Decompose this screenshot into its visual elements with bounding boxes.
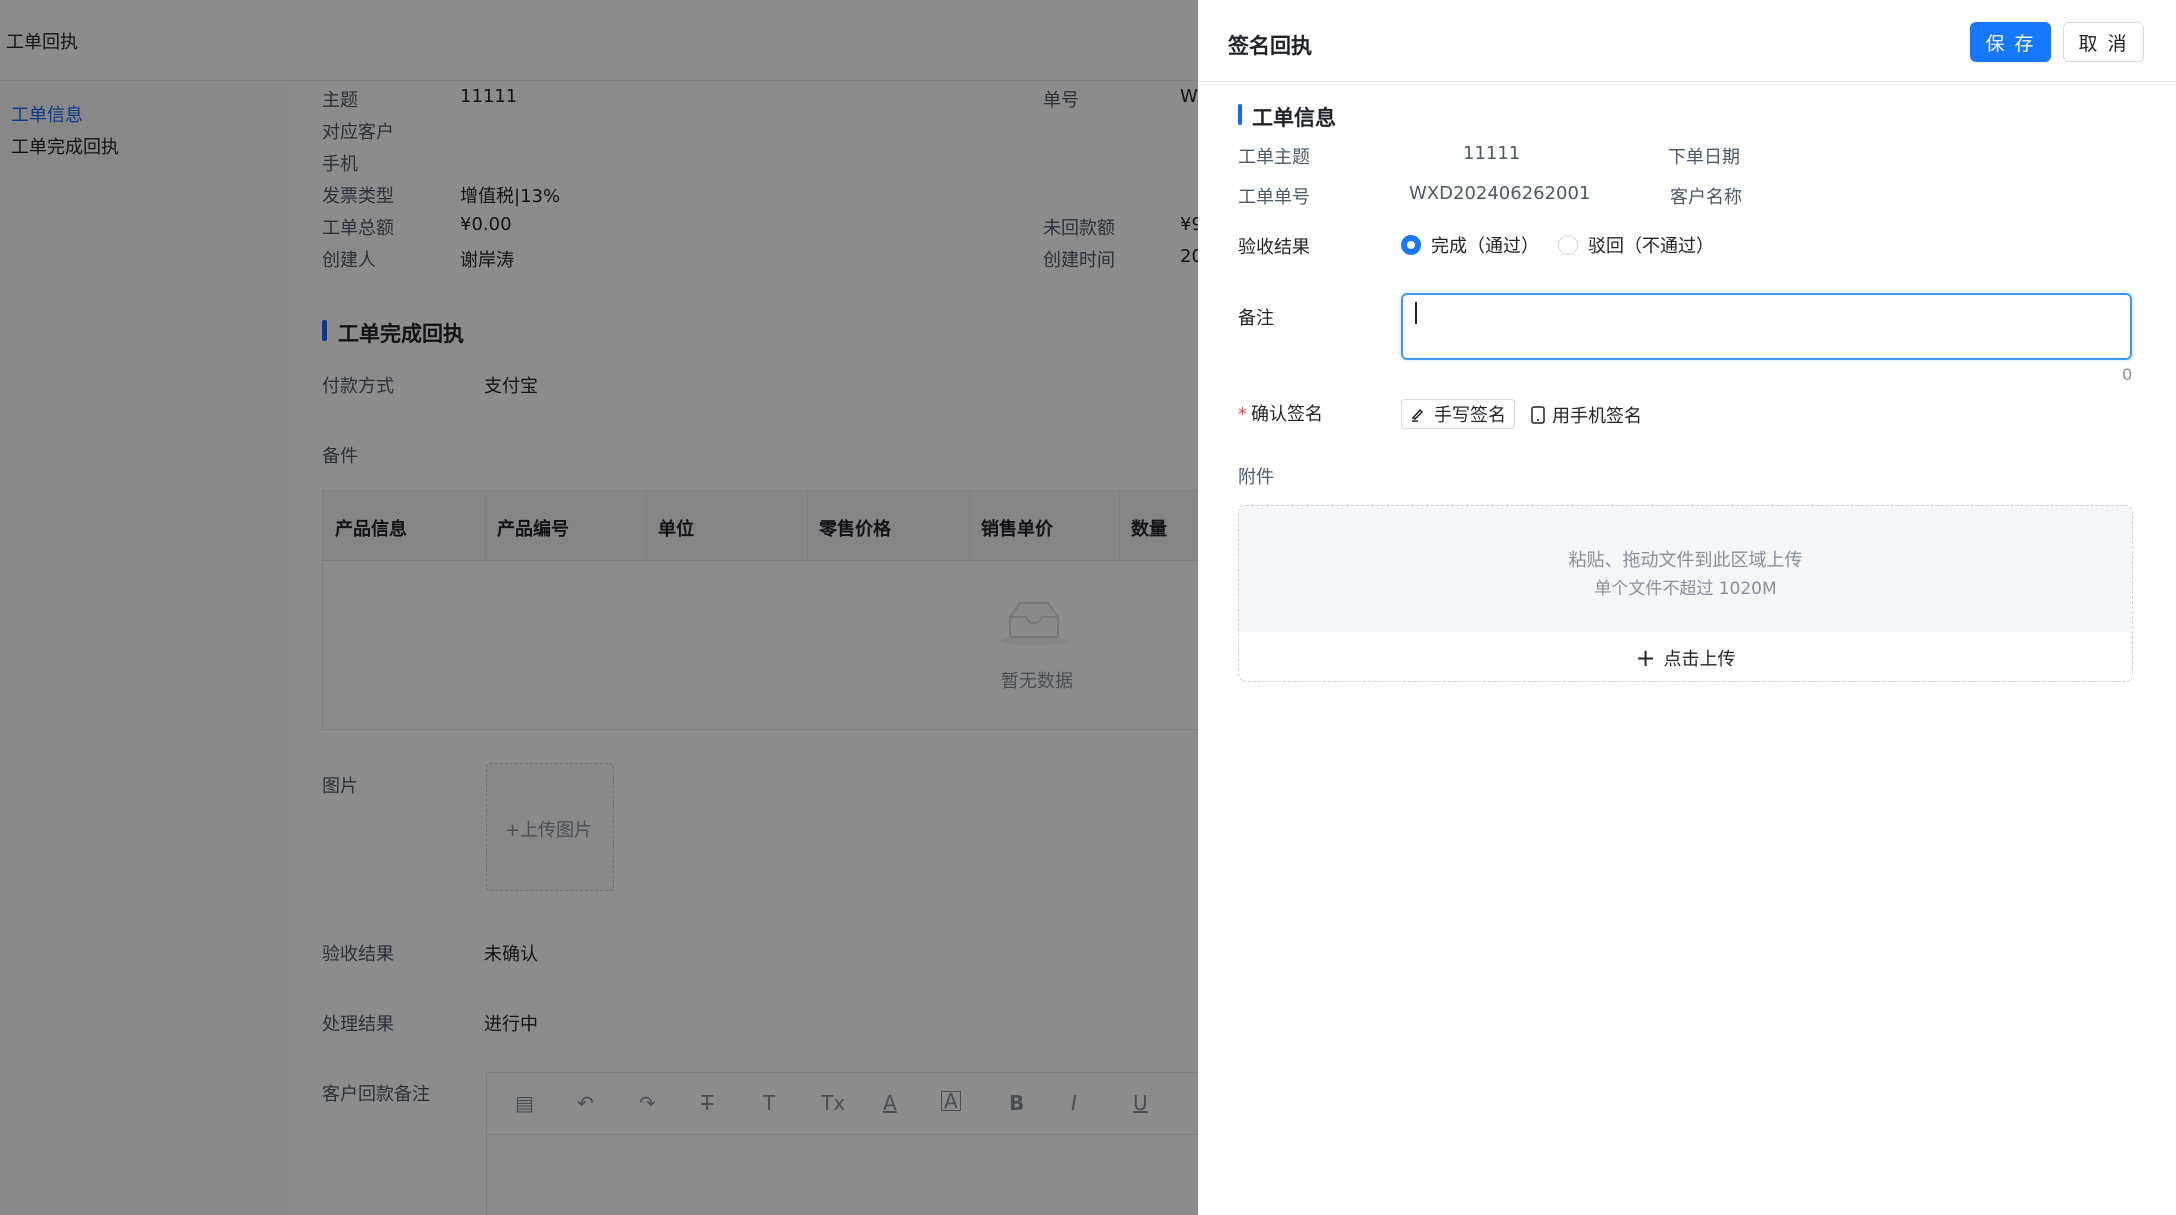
remark-label: 备注: [1238, 308, 1274, 329]
phone-sign-label: 用手机签名: [1552, 406, 1642, 427]
subject-value: 11111: [1463, 143, 1521, 164]
order-no-value: WXD202406262001: [1409, 183, 1591, 204]
result-label: 验收结果: [1238, 237, 1310, 258]
dropzone-area[interactable]: 粘贴、拖动文件到此区域上传 单个文件不超过 1020M: [1239, 506, 2132, 632]
cancel-button[interactable]: 取 消: [2063, 22, 2144, 62]
order-no-label: 工单单号: [1238, 187, 1310, 208]
customer-label: 客户名称: [1670, 187, 1742, 208]
handwrite-sign-label: 手写签名: [1434, 405, 1506, 426]
plus-icon: +: [1635, 643, 1656, 672]
upload-label: 点击上传: [1663, 648, 1736, 670]
handwrite-sign-button[interactable]: 手写签名: [1401, 399, 1515, 429]
radio-reject-label: 驳回（不通过）: [1588, 236, 1714, 257]
phone-icon: [1531, 406, 1545, 424]
save-button[interactable]: 保 存: [1970, 22, 2051, 62]
section-title: 工单信息: [1238, 102, 1336, 132]
drawer-title: 签名回执: [1228, 34, 1312, 58]
attachment-label: 附件: [1238, 467, 1274, 488]
required-mark: *: [1238, 404, 1247, 425]
radio-unchecked-icon: [1558, 235, 1578, 255]
radio-checked-icon: [1401, 235, 1421, 255]
drop-hint: 粘贴、拖动文件到此区域上传: [1568, 550, 1803, 571]
subject-label: 工单主题: [1238, 147, 1310, 168]
upload-button[interactable]: + 点击上传: [1239, 632, 2132, 681]
file-dropzone[interactable]: 粘贴、拖动文件到此区域上传 单个文件不超过 1020M + 点击上传: [1238, 505, 2133, 682]
order-date-label: 下单日期: [1668, 147, 1740, 168]
sign-label-text: 确认签名: [1251, 404, 1323, 425]
text-caret: [1415, 302, 1417, 324]
remark-input[interactable]: [1401, 293, 2132, 360]
pen-icon: [1411, 408, 1424, 422]
radio-reject[interactable]: 驳回（不通过）: [1558, 232, 1714, 258]
size-hint: 单个文件不超过 1020M: [1594, 579, 1777, 599]
remark-char-count: 0: [2122, 365, 2133, 384]
drawer-header: 签名回执 保 存 取 消: [1198, 0, 2176, 82]
signature-drawer: 签名回执 保 存 取 消 工单信息 工单主题 11111 下单日期 工单单号 W…: [1198, 0, 2176, 1215]
modal-mask[interactable]: [0, 0, 1198, 1215]
sign-label: * 确认签名: [1238, 400, 1323, 426]
phone-sign-button[interactable]: 用手机签名: [1530, 402, 1642, 428]
radio-pass-label: 完成（通过）: [1431, 236, 1539, 257]
radio-pass[interactable]: 完成（通过）: [1401, 232, 1539, 258]
